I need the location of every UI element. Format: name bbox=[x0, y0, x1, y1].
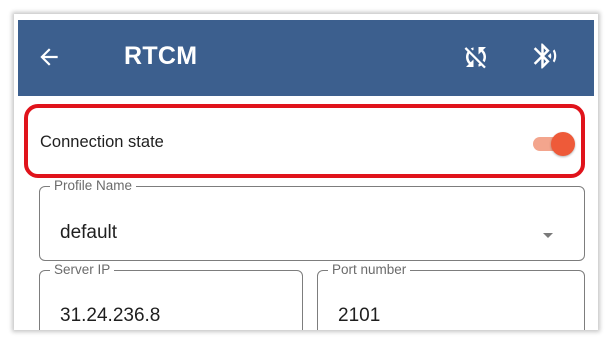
server-ip-value: 31.24.236.8 bbox=[60, 305, 161, 326]
connection-state-row: Connection state bbox=[24, 104, 585, 178]
app-bar: RTCM bbox=[18, 20, 594, 96]
port-number-field[interactable]: Port number 2101 bbox=[317, 262, 585, 330]
content-area: RTCM Connection state Profile Name defau… bbox=[0, 0, 613, 330]
dropdown-arrow-icon bbox=[543, 233, 553, 238]
toggle-thumb bbox=[551, 132, 575, 156]
profile-name-label: Profile Name bbox=[54, 178, 133, 193]
connection-state-toggle[interactable] bbox=[533, 132, 575, 156]
port-number-value: 2101 bbox=[338, 305, 381, 326]
arrow-left-icon[interactable] bbox=[36, 44, 62, 70]
server-ip-field[interactable]: Server IP 31.24.236.8 bbox=[39, 262, 303, 330]
connection-state-label: Connection state bbox=[40, 133, 164, 151]
server-ip-label: Server IP bbox=[54, 262, 111, 277]
sync-disabled-icon[interactable] bbox=[461, 42, 491, 72]
page-title: RTCM bbox=[124, 42, 198, 70]
bluetooth-searching-icon[interactable] bbox=[530, 39, 560, 73]
profile-name-value: default bbox=[60, 222, 118, 243]
profile-name-dropdown[interactable]: Profile Name default bbox=[39, 178, 585, 261]
port-number-label: Port number bbox=[332, 262, 407, 277]
